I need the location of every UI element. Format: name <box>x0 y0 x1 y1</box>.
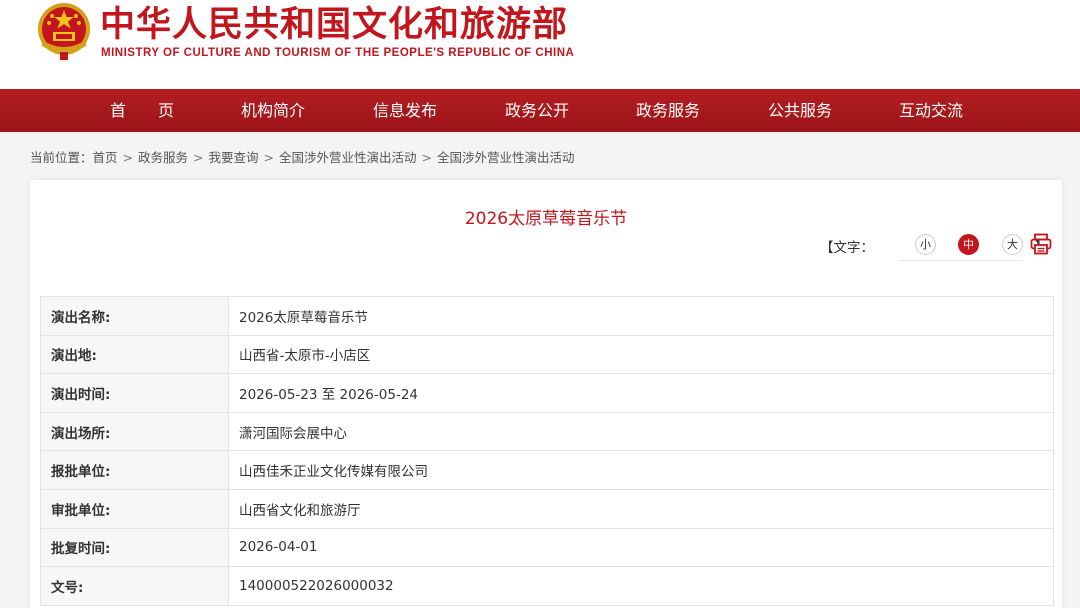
site-subtitle: MINISTRY OF CULTURE AND TOURISM OF THE P… <box>101 47 575 59</box>
table-row: 演出名称: 2026太原草莓音乐节 <box>40 296 1054 336</box>
nav-item-interaction[interactable]: 互动交流 <box>899 89 963 132</box>
table-row: 演出场所: 潇河国际会展中心 <box>40 411 1054 452</box>
breadcrumb-separator: > <box>263 150 275 165</box>
site-title[interactable]: 中华人民共和国文化和旅游部 <box>100 5 568 45</box>
event-title: 2026太原草莓音乐节 <box>464 209 628 229</box>
table-row: 批复时间: 2026-04-01 <box>40 527 1054 568</box>
field-value: 2026太原草莓音乐节 <box>228 296 1054 336</box>
content-panel: 2026太原草莓音乐节 【文字： 小 中 大 】 演出名称: 2026太原草莓音… <box>30 180 1062 608</box>
breadcrumb-query[interactable]: 我要查询 <box>209 147 259 166</box>
field-value: 山西佳禾正业文化传媒有限公司 <box>228 450 1054 490</box>
nav-item-public-affairs[interactable]: 政务公开 <box>505 89 569 132</box>
breadcrumb: 当前位置：首页 > 政务服务 > 我要查询 > 全国涉外营业性演出活动 > 全国涉外营业性演出活… <box>30 147 575 165</box>
nav-item-home[interactable]: 首 页 <box>110 89 174 132</box>
printer-icon[interactable] <box>1030 233 1052 255</box>
font-size-medium-button[interactable]: 中 <box>958 234 979 255</box>
font-size-small-button[interactable]: 小 <box>915 234 936 255</box>
breadcrumb-separator: > <box>421 150 433 165</box>
site-header: 中华人民共和国文化和旅游部 MINISTRY OF CULTURE AND TO… <box>0 0 1080 89</box>
nav-item-government-services[interactable]: 政务服务 <box>636 89 700 132</box>
field-value: 2026-04-01 <box>228 527 1054 568</box>
breadcrumb-government-services[interactable]: 政务服务 <box>138 147 188 166</box>
field-value: 山西省-太原市-小店区 <box>228 334 1054 375</box>
table-row: 审批单位: 山西省文化和旅游厅 <box>40 488 1054 529</box>
table-row: 报批单位: 山西佳禾正业文化传媒有限公司 <box>40 450 1054 490</box>
font-size-large-button[interactable]: 大 <box>1002 234 1023 255</box>
field-label: 审批单位: <box>40 488 229 529</box>
performance-details-table: 演出名称: 2026太原草莓音乐节 演出地: 山西省-太原市-小店区 演出时间:… <box>40 296 1054 606</box>
national-emblem-icon[interactable] <box>36 2 92 62</box>
table-row: 演出地: 山西省-太原市-小店区 <box>40 334 1054 375</box>
breadcrumb-current[interactable]: 全国涉外营业性演出活动 <box>437 147 575 166</box>
nav-item-about[interactable]: 机构简介 <box>241 89 305 132</box>
breadcrumb-separator: > <box>122 150 134 165</box>
field-label: 文号: <box>40 566 229 606</box>
field-value: 140000522026000032 <box>228 566 1054 606</box>
field-label: 批复时间: <box>40 527 229 568</box>
field-value: 山西省文化和旅游厅 <box>228 488 1054 529</box>
field-label: 演出地: <box>40 334 229 375</box>
field-label: 报批单位: <box>40 450 229 490</box>
font-size-selector: 【文字： 小 中 大 】 <box>820 232 1060 261</box>
breadcrumb-prefix: 当前位置： <box>30 150 93 165</box>
nav-item-public-services[interactable]: 公共服务 <box>768 89 832 132</box>
field-label: 演出场所: <box>40 411 229 452</box>
nav-item-news[interactable]: 信息发布 <box>373 89 437 132</box>
main-nav: 首 页 机构简介 信息发布 政务公开 政务服务 公共服务 互动交流 <box>0 89 1080 132</box>
table-row: 文号: 140000522026000032 <box>40 566 1054 606</box>
breadcrumb-separator: > <box>193 150 204 165</box>
table-row: 演出时间: 2026-05-23 至 2026-05-24 <box>40 373 1054 413</box>
field-value: 潇河国际会展中心 <box>228 411 1054 452</box>
breadcrumb-foreign-performances[interactable]: 全国涉外营业性演出活动 <box>279 147 417 166</box>
field-value: 2026-05-23 至 2026-05-24 <box>228 373 1054 413</box>
font-size-label: 【文字： <box>820 240 874 256</box>
field-label: 演出时间: <box>40 373 229 413</box>
font-size-underline <box>900 260 1022 261</box>
breadcrumb-home[interactable]: 首页 <box>93 147 118 166</box>
field-label: 演出名称: <box>40 296 229 336</box>
